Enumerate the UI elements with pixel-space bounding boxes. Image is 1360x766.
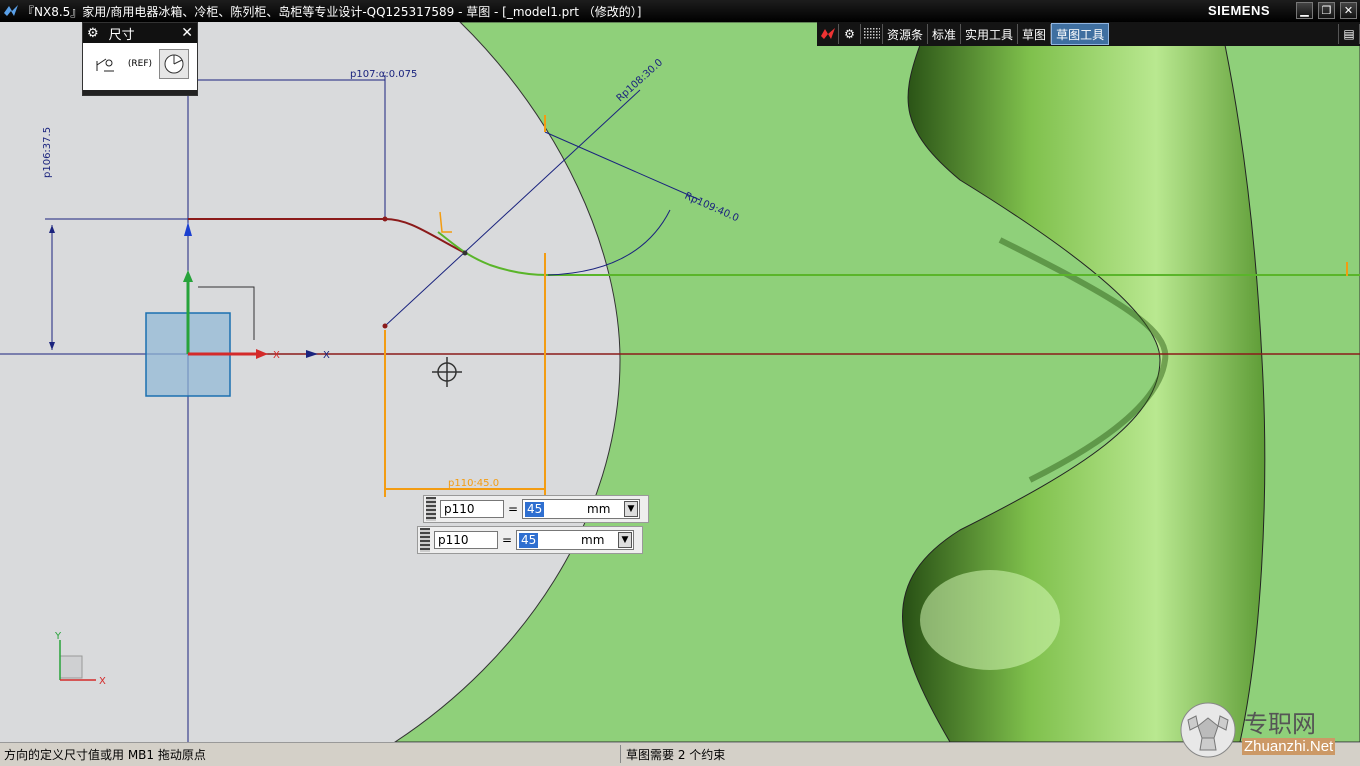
dimension-p107[interactable]: p107:α:0.075 — [350, 69, 417, 80]
tab-resource-bar[interactable]: 资源条 — [883, 24, 929, 44]
equals-sign: = — [501, 533, 513, 547]
minimize-button[interactable]: ▁ — [1296, 2, 1313, 19]
ref-label: (REF) — [127, 59, 153, 69]
drag-handle[interactable] — [426, 497, 436, 521]
watermark-en: Zhuanzhi.Net — [1242, 738, 1336, 755]
gear-icon[interactable]: ⚙ — [839, 24, 861, 44]
drag-handle[interactable] — [420, 528, 430, 552]
soccer-ball-icon — [1180, 702, 1236, 758]
main-toolbar: ⚙ 资源条 标准 实用工具 草图 草图工具 ▤ — [817, 22, 1360, 46]
tab-standard[interactable]: 标准 — [928, 24, 962, 44]
sketch-x-label: X — [323, 350, 330, 361]
dropdown-arrow-icon[interactable]: ▼ — [618, 532, 632, 548]
wcs-y-label: Y — [54, 631, 62, 642]
palette-title: 尺寸 — [108, 27, 135, 43]
window-title: 『NX8.5』家用/商用电器冰箱、冷柜、陈列柜、岛柜等专业设计-QQ125317… — [22, 5, 642, 19]
gear-icon[interactable]: ⚙ — [87, 26, 99, 41]
tab-sketch[interactable]: 草图 — [1018, 24, 1052, 44]
cue-line: 方向的定义尺寸值或用 MB1 拖动原点 — [4, 748, 206, 762]
dimension-name-field[interactable]: p110 — [440, 500, 504, 518]
dimension-input-box: p110 = 45 mm ▼ — [417, 526, 643, 554]
dimension-value[interactable]: 45 — [519, 532, 539, 548]
dimension-unit: mm — [581, 533, 605, 547]
siemens-brand: SIEMENS — [1208, 3, 1271, 18]
grip-icon[interactable] — [861, 24, 883, 44]
watermark-cn: 专职网 — [1244, 710, 1316, 738]
status-bar: 方向的定义尺寸值或用 MB1 拖动原点 草图需要 2 个约束 — [0, 742, 1360, 766]
equals-sign: = — [507, 502, 519, 516]
rapid-dimension-button[interactable] — [91, 49, 121, 79]
tab-utility[interactable]: 实用工具 — [961, 24, 1019, 44]
watermark-logo: 专职网 Zhuanzhi.Net — [1178, 700, 1358, 760]
dimension-p110[interactable]: p110:45.0 — [448, 478, 499, 489]
graphics-window[interactable]: p106:37.5 p107:α:0.075 Rp108:30.0 Rp109:… — [0, 22, 1360, 742]
dimension-unit: mm — [587, 502, 611, 516]
dimension-value-field[interactable]: 45 mm ▼ — [522, 499, 640, 519]
wcs-x-label: X — [99, 676, 106, 687]
close-icon[interactable]: ✕ — [181, 25, 193, 41]
dimension-value-field[interactable]: 45 mm ▼ — [516, 530, 634, 550]
nx-logo-icon — [4, 5, 18, 16]
restore-button[interactable]: ❐ — [1318, 2, 1335, 19]
status-line: 草图需要 2 个约束 — [626, 748, 726, 762]
angular-dimension-button[interactable] — [159, 49, 189, 79]
tab-sketch-tools[interactable]: 草图工具 — [1051, 23, 1110, 45]
title-bar: 『NX8.5』家用/商用电器冰箱、冷柜、陈列柜、岛柜等专业设计-QQ125317… — [0, 0, 1360, 22]
dimension-name-field[interactable]: p110 — [434, 531, 498, 549]
dimension-p106[interactable]: p106:37.5 — [42, 127, 53, 178]
nx-menu-icon[interactable] — [817, 24, 839, 44]
reference-dimension-button[interactable]: (REF) — [125, 49, 155, 79]
dimension-value[interactable]: 45 — [525, 501, 545, 517]
close-button[interactable]: ✕ — [1340, 2, 1357, 19]
dropdown-arrow-icon[interactable]: ▼ — [624, 501, 638, 517]
dimension-input-box: p110 = 45 mm ▼ — [423, 495, 649, 523]
triad-x-label: X — [273, 350, 280, 361]
toolbar-options-icon[interactable]: ▤ — [1338, 24, 1360, 44]
dimension-palette: ⚙ 尺寸 ✕ (REF) — [82, 22, 198, 96]
